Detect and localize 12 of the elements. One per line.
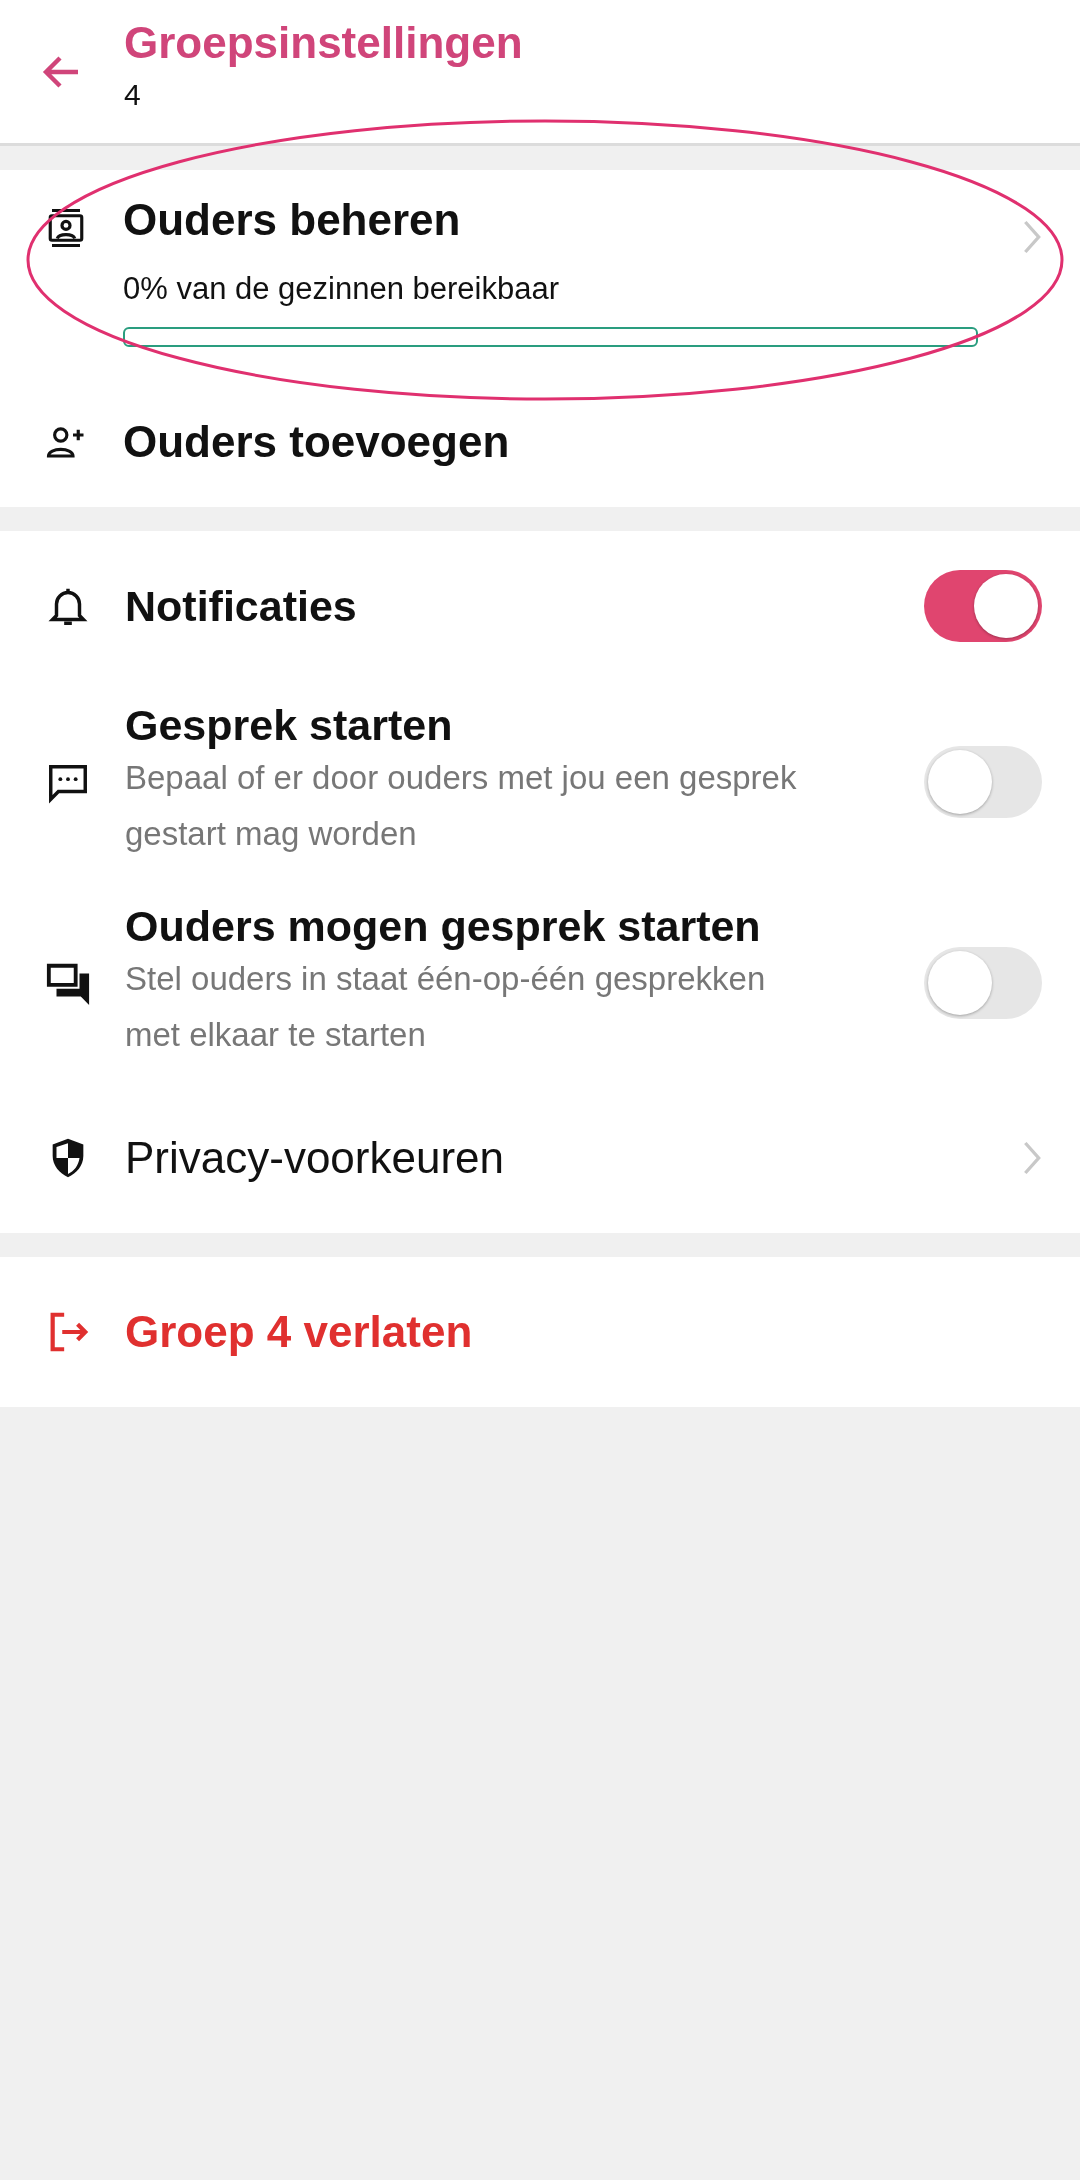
screen-title: Groepsinstellingen	[124, 18, 523, 68]
setting-title[interactable]: Privacy-voorkeuren	[125, 1133, 1022, 1183]
setting-description: 0% van de gezinnen bereikbaar	[123, 270, 561, 308]
setting-title[interactable]: Groep 4 verlaten	[125, 1307, 1042, 1357]
setting-description: Stel ouders in staat één-op-één gesprekken met elkaar te starten	[125, 959, 767, 1055]
setting-title[interactable]: Ouders toevoegen	[123, 417, 1042, 467]
screen-subtitle: 4	[124, 78, 142, 112]
setting-description: Bepaal of er door ouders met jou een gesprek gestart mag worden	[125, 758, 798, 854]
setting-title[interactable]: Ouders beheren	[123, 195, 1022, 245]
setting-title: Notificaties	[125, 581, 358, 631]
setting-title: Ouders mogen gesprek starten	[125, 902, 762, 951]
setting-title: Gesprek starten	[125, 701, 454, 750]
